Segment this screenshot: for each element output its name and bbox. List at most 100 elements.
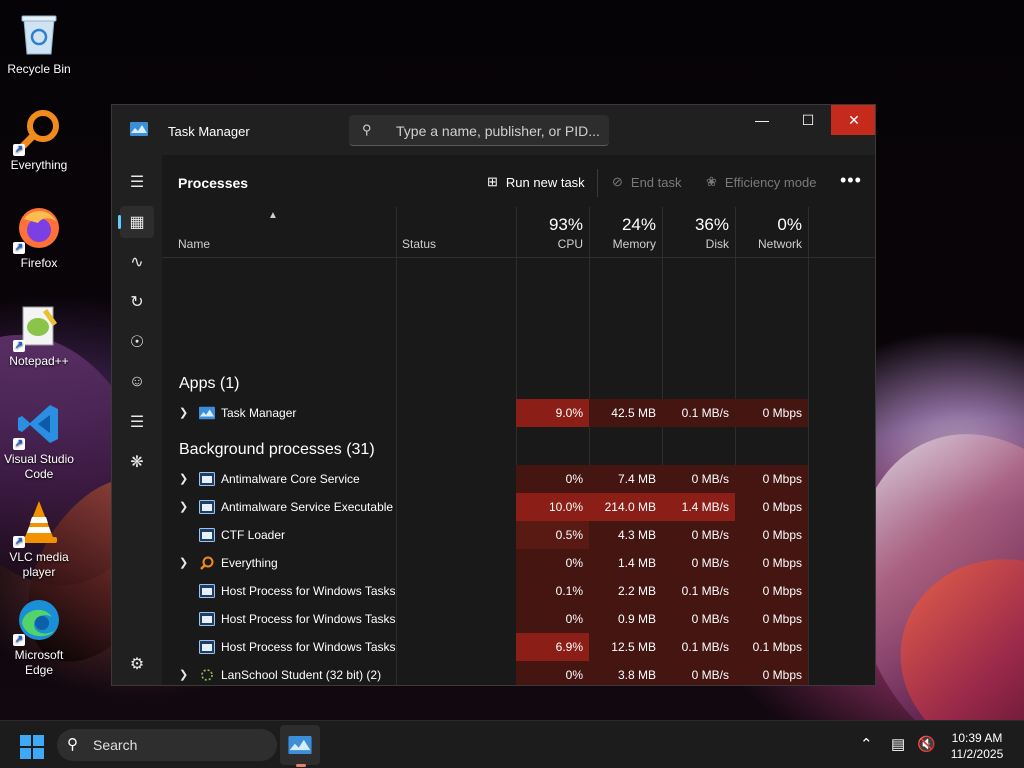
desktop-icon-firefox[interactable]: ↗ Firefox bbox=[0, 204, 78, 271]
group-header-apps: Apps (1) bbox=[179, 375, 240, 392]
process-cpu-value: 0.5% bbox=[516, 521, 589, 549]
vlc-icon: ↗ bbox=[13, 498, 63, 548]
users-icon: ☺ bbox=[128, 373, 146, 390]
process-row[interactable]: ❯ Antimalware Service Executable 10.0% 214.… bbox=[162, 493, 875, 521]
process-network-value: 0 Mbps bbox=[735, 493, 808, 521]
close-button[interactable]: ✕ bbox=[831, 105, 875, 135]
gear-icon: ⚙ bbox=[129, 656, 145, 673]
process-name: Host Process for Windows Tasks bbox=[221, 612, 396, 626]
nav-performance[interactable]: ∿ bbox=[120, 246, 154, 278]
process-memory-value: 42.5 MB bbox=[589, 399, 662, 427]
process-cpu-value: 10.0% bbox=[516, 493, 589, 521]
desktop-icon-label: Visual Studio Code bbox=[4, 452, 74, 481]
desktop-icon-vlc[interactable]: ↗ VLC media player bbox=[0, 498, 78, 580]
process-memory-value: 7.4 MB bbox=[589, 465, 662, 493]
process-name: Antimalware Service Executable bbox=[221, 500, 394, 514]
desktop-icon-vscode[interactable]: ↗ Visual Studio Code bbox=[0, 400, 78, 482]
run-new-task-label: Run new task bbox=[505, 174, 585, 190]
process-name: LanSchool Student (32 bit) (2) bbox=[221, 668, 382, 682]
expand-chevron-icon[interactable]: ❯ bbox=[179, 493, 188, 521]
expand-chevron-icon[interactable]: ❯ bbox=[179, 661, 188, 685]
process-memory-value: 1.4 MB bbox=[589, 549, 662, 577]
history-icon: ↻ bbox=[130, 294, 144, 311]
process-row[interactable]: Host Process for Windows Tasks 0% 0.9 MB 0 … bbox=[162, 605, 875, 633]
desktop-icon-label: Recycle Bin bbox=[7, 62, 71, 76]
search-icon: ⚲ bbox=[362, 122, 372, 137]
column-header-status[interactable]: Status bbox=[402, 237, 436, 251]
network-icon[interactable]: ▤ bbox=[891, 735, 905, 753]
minimize-button[interactable]: — bbox=[739, 105, 785, 135]
column-header-memory[interactable]: Memory bbox=[590, 237, 656, 251]
end-task-label: End task bbox=[630, 174, 682, 190]
cpu-total-percent[interactable]: 93% bbox=[517, 215, 583, 235]
desktop-icon-edge[interactable]: ↗ Microsoft Edge bbox=[0, 596, 78, 678]
windows-start-button[interactable] bbox=[20, 735, 44, 759]
service-window-icon bbox=[199, 472, 215, 486]
process-name: Host Process for Windows Tasks bbox=[221, 640, 396, 654]
process-row[interactable]: CTF Loader 0.5% 4.3 MB 0 MB/s 0 Mbps bbox=[162, 521, 875, 549]
nav-app-history[interactable]: ↻ bbox=[120, 286, 154, 318]
taskbar: ⚲ Search ⌃ ▤ 🔇 10:39 AM 11/2/2025 bbox=[0, 720, 1024, 768]
task-manager-icon bbox=[288, 736, 312, 754]
window-title: Task Manager bbox=[168, 124, 250, 139]
process-row[interactable]: Host Process for Windows Tasks 0.1% 2.2 MB… bbox=[162, 577, 875, 605]
desktop-icon-notepadpp[interactable]: ↗ Notepad++ bbox=[0, 302, 78, 369]
process-row[interactable]: ❯ Task Manager 9.0% 42.5 MB 0.1 MB/s 0 Mbps bbox=[162, 399, 875, 427]
show-hidden-icons-chevron-icon[interactable]: ⌃ bbox=[860, 735, 873, 753]
nav-services[interactable]: ❋ bbox=[120, 446, 154, 478]
process-row[interactable]: ❯ LanSchool Student (32 bit) (2) 0% 3.8 MB 0… bbox=[162, 661, 875, 685]
process-row[interactable]: ❯ Antimalware Core Service 0% 7.4 MB 0 MB/s 0… bbox=[162, 465, 875, 493]
run-new-task-button[interactable]: ⊞ Run new task bbox=[487, 174, 585, 190]
maximize-button[interactable]: ☐ bbox=[785, 105, 831, 135]
title-bar[interactable]: Task Manager ⚲ Type a name, publisher, o… bbox=[112, 105, 875, 155]
expand-chevron-icon[interactable]: ❯ bbox=[179, 465, 188, 493]
end-task-button[interactable]: ⊘ End task bbox=[612, 174, 682, 190]
process-disk-value: 0 MB/s bbox=[662, 465, 735, 493]
nav-details[interactable]: ☰ bbox=[120, 406, 154, 438]
everything-search-icon: ↗ bbox=[13, 106, 63, 156]
lanschool-icon bbox=[199, 668, 215, 682]
task-manager-app-icon bbox=[130, 122, 148, 136]
system-clock[interactable]: 10:39 AM 11/2/2025 bbox=[940, 730, 1014, 762]
process-memory-value: 12.5 MB bbox=[589, 633, 662, 661]
process-network-value: 0 Mbps bbox=[735, 577, 808, 605]
column-header-cpu[interactable]: CPU bbox=[517, 237, 583, 251]
column-header-network[interactable]: Network bbox=[736, 237, 802, 251]
minimize-icon: — bbox=[755, 112, 769, 128]
column-header-disk[interactable]: Disk bbox=[663, 237, 729, 251]
process-cpu-value: 9.0% bbox=[516, 399, 589, 427]
nav-processes[interactable]: ▦ bbox=[118, 206, 154, 238]
column-header-name[interactable]: Name bbox=[178, 237, 210, 251]
expand-chevron-icon[interactable]: ❯ bbox=[179, 549, 188, 577]
taskbar-task-manager-button[interactable] bbox=[280, 725, 320, 765]
desktop-icon-label: Microsoft Edge bbox=[14, 648, 64, 677]
service-window-icon bbox=[199, 584, 215, 598]
nav-startup-apps[interactable]: ☉ bbox=[120, 326, 154, 358]
desktop-icon-recycle-bin[interactable]: Recycle Bin bbox=[0, 10, 78, 77]
command-bar: Processes ⊞ Run new task ⊘ End task ❀ Ef… bbox=[162, 155, 875, 207]
maximize-icon: ☐ bbox=[801, 111, 815, 128]
more-options-button[interactable]: ••• bbox=[840, 170, 862, 191]
process-cpu-value: 0.1% bbox=[516, 577, 589, 605]
process-memory-value: 214.0 MB bbox=[589, 493, 662, 521]
desktop-icon-label: Firefox bbox=[20, 256, 58, 270]
efficiency-mode-button[interactable]: ❀ Efficiency mode bbox=[706, 174, 816, 190]
memory-total-percent[interactable]: 24% bbox=[590, 215, 656, 235]
network-total-percent[interactable]: 0% bbox=[736, 215, 802, 235]
service-window-icon bbox=[199, 500, 215, 514]
disk-total-percent[interactable]: 36% bbox=[663, 215, 729, 235]
hamburger-icon: ☰ bbox=[129, 174, 145, 191]
nav-settings[interactable]: ⚙ bbox=[120, 648, 154, 680]
taskbar-search-box[interactable]: ⚲ Search bbox=[57, 729, 277, 761]
volume-muted-icon[interactable]: 🔇 bbox=[917, 735, 936, 753]
hamburger-menu-button[interactable]: ☰ bbox=[120, 166, 154, 198]
process-network-value: 0 Mbps bbox=[735, 549, 808, 577]
expand-chevron-icon[interactable]: ❯ bbox=[179, 399, 188, 427]
process-row[interactable]: ❯ Everything 0% 1.4 MB 0 MB/s 0 Mbps bbox=[162, 549, 875, 577]
service-window-icon bbox=[199, 612, 215, 626]
process-search-input[interactable]: ⚲ Type a name, publisher, or PID... bbox=[349, 115, 609, 146]
desktop-icon-everything[interactable]: ↗ Everything bbox=[0, 106, 78, 173]
process-row[interactable]: Host Process for Windows Tasks 6.9% 12.5 M… bbox=[162, 633, 875, 661]
nav-users[interactable]: ☺ bbox=[120, 366, 154, 398]
edge-icon: ↗ bbox=[13, 596, 63, 646]
